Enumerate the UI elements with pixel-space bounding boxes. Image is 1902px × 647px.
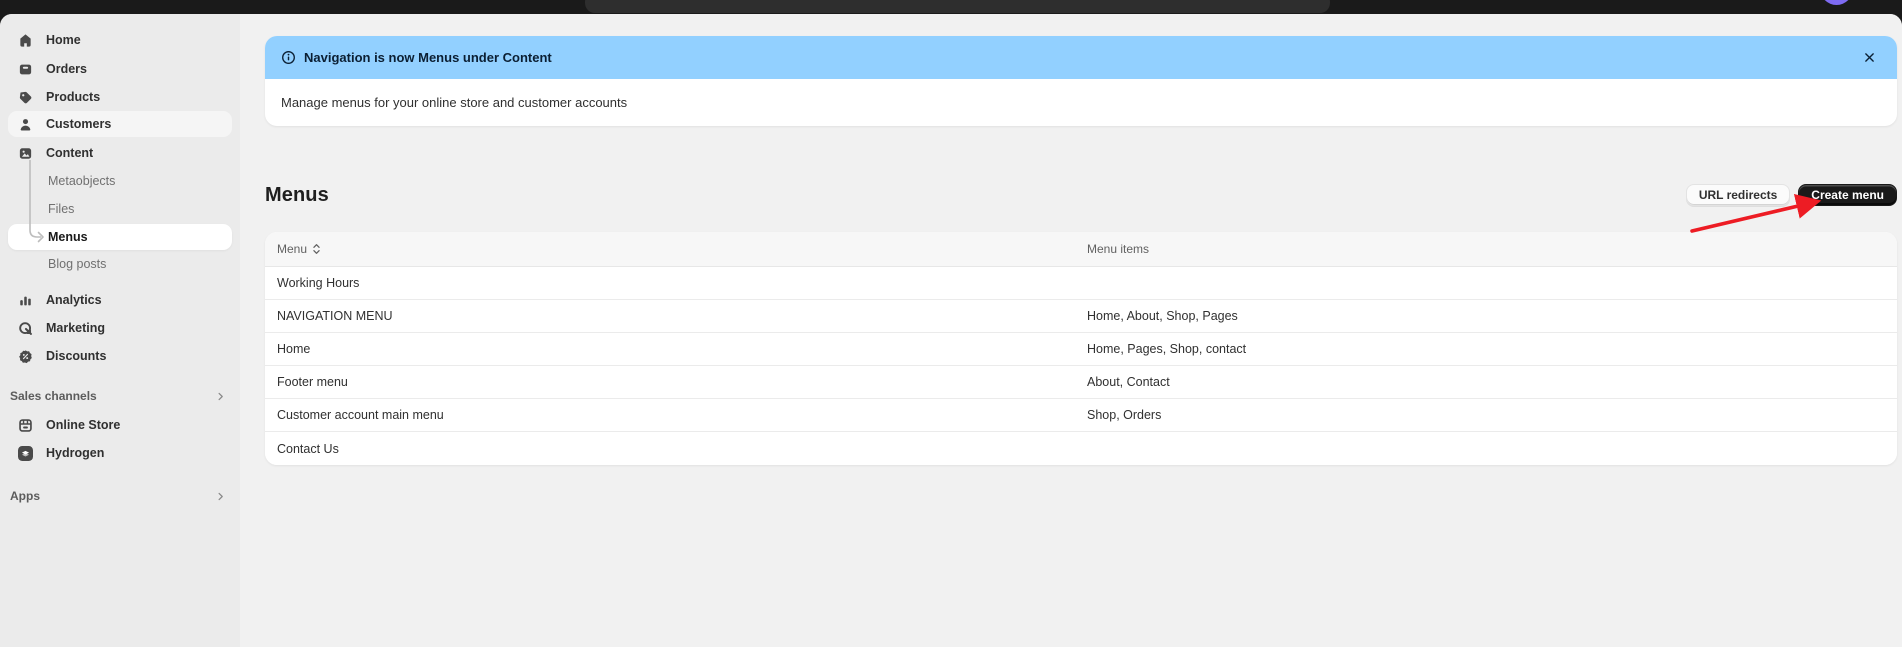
online-store-icon [17,417,33,433]
menu-cell: Footer menu [265,375,1075,389]
column-header-menu[interactable]: Menu [265,242,1075,256]
menu-cell: Customer account main menu [265,408,1075,422]
column-header-label: Menu items [1087,242,1149,256]
search-bar[interactable] [585,0,1330,13]
chevron-right-icon [215,391,226,402]
sidebar-item-customers[interactable]: Customers [8,111,232,137]
menu-cell: Working Hours [265,276,1075,290]
column-header-menu-items: Menu items [1075,242,1897,256]
sidebar-item-label: Content [46,146,93,160]
sidebar-item-analytics[interactable]: Analytics [8,287,232,313]
table-header-row: Menu Menu items [265,232,1897,267]
menu-cell: NAVIGATION MENU [265,309,1075,323]
app-frame: Home Orders Products Customers Content [0,14,1902,647]
sidebar-item-label: Orders [46,62,87,76]
sidebar-item-label: Menus [48,230,88,244]
apps-header[interactable]: Apps [8,485,232,507]
info-banner-header: Navigation is now Menus under Content [265,36,1897,79]
info-banner: Navigation is now Menus under Content Ma… [265,36,1897,126]
marketing-icon [17,320,33,336]
banner-body-text: Manage menus for your online store and c… [265,79,1897,126]
menu-items-cell: Home, About, Shop, Pages [1075,309,1897,323]
menu-items-cell: About, Contact [1075,375,1897,389]
table-row[interactable]: Footer menu About, Contact [265,366,1897,399]
column-header-label: Menu [277,242,307,256]
sidebar-item-metaobjects[interactable]: Metaobjects [8,168,232,194]
topbar [0,0,1902,14]
sidebar-item-files[interactable]: Files [8,196,232,222]
apps-label: Apps [10,489,40,503]
sidebar-item-content[interactable]: Content [8,140,232,166]
sidebar-item-label: Marketing [46,321,105,335]
menus-table: Menu Menu items Working Hours NAVIGATION… [265,232,1897,465]
table-row[interactable]: Home Home, Pages, Shop, contact [265,333,1897,366]
sidebar-item-label: Files [48,202,74,216]
banner-title: Navigation is now Menus under Content [304,50,552,65]
sidebar-item-home[interactable]: Home [8,27,232,53]
sidebar-item-menus[interactable]: Menus [8,224,232,250]
home-icon [17,32,33,48]
sidebar-item-label: Discounts [46,349,106,363]
sidebar-item-products[interactable]: Products [8,84,232,110]
sidebar-item-label: Products [46,90,100,104]
info-icon [281,50,296,65]
sort-icon [312,243,321,255]
sidebar-item-label: Analytics [46,293,102,307]
sidebar-item-label: Home [46,33,81,47]
menu-cell: Home [265,342,1075,356]
menu-items-cell: Shop, Orders [1075,408,1897,422]
discounts-icon [17,348,33,364]
chevron-right-icon [215,491,226,502]
sidebar-item-discounts[interactable]: Discounts [8,343,232,369]
sidebar-item-label: Blog posts [48,257,106,271]
url-redirects-button[interactable]: URL redirects [1686,184,1790,206]
create-menu-button[interactable]: Create menu [1798,184,1897,206]
orders-icon [17,61,33,77]
sidebar-item-marketing[interactable]: Marketing [8,315,232,341]
sidebar-item-label: Customers [46,117,111,131]
hydrogen-icon [17,445,33,461]
sidebar-item-orders[interactable]: Orders [8,56,232,82]
products-icon [17,89,33,105]
sidebar-item-blog-posts[interactable]: Blog posts [8,251,232,277]
customers-icon [17,116,33,132]
sidebar-item-online-store[interactable]: Online Store [8,412,232,438]
avatar[interactable] [1820,0,1853,5]
page-title: Menus [265,184,329,207]
sales-channels-label: Sales channels [10,389,97,403]
sales-channels-header[interactable]: Sales channels [8,385,232,407]
table-row[interactable]: Contact Us [265,432,1897,465]
table-row[interactable]: NAVIGATION MENU Home, About, Shop, Pages [265,300,1897,333]
sidebar: Home Orders Products Customers Content [0,14,240,647]
page-header: Menus URL redirects Create menu [265,172,1897,218]
sidebar-item-label: Metaobjects [48,174,115,188]
sidebar-item-label: Hydrogen [46,446,104,460]
sidebar-item-hydrogen[interactable]: Hydrogen [8,440,232,466]
page-actions: URL redirects Create menu [1686,184,1897,206]
close-icon[interactable] [1857,46,1881,70]
analytics-icon [17,292,33,308]
table-row[interactable]: Customer account main menu Shop, Orders [265,399,1897,432]
sidebar-item-label: Online Store [46,418,120,432]
table-row[interactable]: Working Hours [265,267,1897,300]
main-content: Navigation is now Menus under Content Ma… [240,14,1902,647]
menu-cell: Contact Us [265,442,1075,456]
content-icon [17,145,33,161]
menu-items-cell: Home, Pages, Shop, contact [1075,342,1897,356]
